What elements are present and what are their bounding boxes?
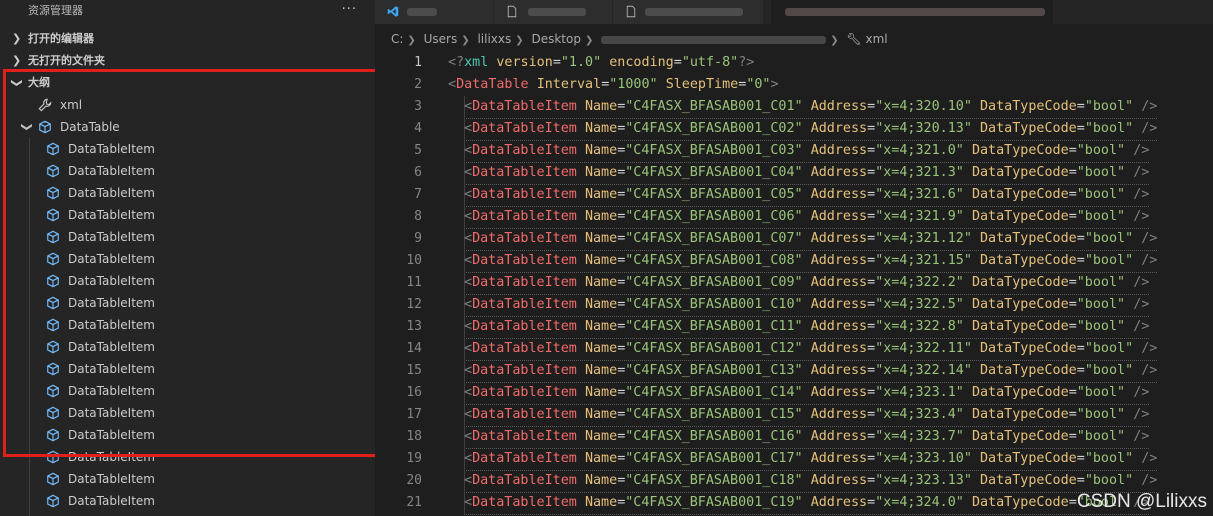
code-line: <?xml version="1.0" encoding="utf-8"?>	[448, 55, 755, 70]
code-line: <DataTableItem Name="C4FASX_BFASAB001_C1…	[448, 404, 1213, 427]
tab-2[interactable]	[494, 0, 612, 24]
section-open-editors[interactable]: ❯ 打开的编辑器	[0, 28, 375, 50]
tab-3[interactable]	[613, 0, 763, 24]
line-number: 1	[414, 55, 422, 70]
line-number: 9	[414, 231, 422, 246]
breadcrumb-file-redacted[interactable]	[601, 35, 827, 44]
line-number: 7	[414, 187, 422, 202]
cube-icon	[47, 472, 59, 486]
outline-item-datatableitem[interactable]: DataTableItem	[0, 468, 375, 490]
tab-bar	[375, 0, 1213, 24]
tab-title-redacted	[407, 8, 437, 16]
line-number: 19	[406, 451, 422, 466]
line-number: 12	[406, 297, 422, 312]
line-number: 3	[414, 99, 422, 114]
fold-dots: ··	[465, 80, 471, 90]
breadcrumb-desktop[interactable]: Desktop	[531, 32, 581, 46]
code-line: <DataTableItem Name="C4FASX_BFASAB001_C0…	[448, 206, 1213, 229]
line-number: 11	[406, 275, 422, 290]
code-line: <DataTableItem Name="C4FASX_BFASAB001_C1…	[448, 426, 1213, 449]
code-line: <DataTableItem Name="C4FASX_BFASAB001_C0…	[448, 118, 1213, 141]
code-line: <DataTableItem Name="C4FASX_BFASAB001_C0…	[448, 162, 1213, 185]
tab-title-redacted	[528, 8, 586, 16]
code-line: <DataTableItem Name="C4FASX_BFASAB001_C1…	[448, 470, 1213, 493]
line-number-gutter: 1 2 3 4 5 6 7 8 9 10 11 12 13 14 15 16 17 18 19 20 21	[375, 52, 435, 514]
code-line: <DataTableItem Name="C4FASX_BFASAB001_C0…	[448, 96, 1213, 119]
tab-4-active[interactable]	[771, 0, 1053, 24]
line-number: 4	[414, 121, 422, 136]
code-line: <DataTableItem Name="C4FASX_BFASAB001_C1…	[448, 316, 1213, 339]
code-line: <DataTableItem Name="C4FASX_BFASAB001_C0…	[448, 184, 1213, 207]
code-line: <DataTableItem Name="C4FASX_BFASAB001_C1…	[448, 294, 1213, 317]
line-number: 2	[414, 77, 422, 92]
file-icon	[507, 5, 517, 18]
tab-1[interactable]	[375, 0, 493, 24]
code-line: <DataTableItem Name="C4FASX_BFASAB001_C0…	[448, 250, 1213, 273]
line-number: 8	[414, 209, 422, 224]
outline-item-label: DataTableItem	[68, 494, 155, 508]
line-number: 10	[406, 253, 422, 268]
code-line: <DataTableItem Name="C4FASX_BFASAB001_C0…	[448, 140, 1213, 163]
line-number: 20	[406, 473, 422, 488]
wrench-icon: 🔧︎	[846, 32, 862, 46]
more-actions-icon[interactable]: ···	[342, 0, 357, 21]
editor-area: C: ❯ Users ❯ lilixxs ❯ Desktop ❯ ❯ 🔧︎ xml 12…	[375, 0, 1213, 516]
annotation-highlight-box	[3, 69, 414, 457]
section-no-folder-label: 无打开的文件夹	[28, 54, 105, 67]
file-icon	[626, 5, 636, 18]
tab-title-redacted	[645, 8, 743, 16]
vscode-icon	[387, 6, 399, 17]
code-line: <DataTableItem Name="C4FASX_BFASAB001_C1…	[448, 382, 1213, 405]
section-open-editors-label: 打开的编辑器	[28, 32, 94, 45]
line-number: 18	[406, 429, 422, 444]
line-number: 15	[406, 363, 422, 378]
code-line: <DataTableItem Name="C4FASX_BFASAB001_C0…	[448, 228, 1213, 251]
tab-title-redacted	[785, 8, 1045, 16]
line-number: 17	[406, 407, 422, 422]
line-number: 5	[414, 143, 422, 158]
code-line: <DataTableItem Name="C4FASX_BFASAB001_C1…	[448, 448, 1213, 471]
line-number: 13	[406, 319, 422, 334]
breadcrumb: C: ❯ Users ❯ lilixxs ❯ Desktop ❯ ❯ 🔧︎ xml	[391, 32, 888, 46]
code-line: <DataTable Interval="1000" SleepTime="0"…	[448, 77, 779, 92]
cube-icon	[47, 494, 59, 508]
code-line: <DataTableItem Name="C4FASX_BFASAB001_C0…	[448, 272, 1213, 295]
line-number: 21	[406, 495, 422, 510]
line-number: 6	[414, 165, 422, 180]
chevron-right-icon: ❯	[12, 32, 22, 45]
outline-item-label: DataTableItem	[68, 472, 155, 486]
breadcrumb-symbol[interactable]: xml	[865, 32, 887, 46]
line-number: 14	[406, 341, 422, 356]
breadcrumb-drive[interactable]: C:	[391, 32, 403, 46]
outline-item-datatableitem[interactable]: DataTableItem	[0, 490, 375, 512]
explorer-title: 资源管理器	[28, 4, 83, 17]
code-line: <DataTableItem Name="C4FASX_BFASAB001_C1…	[448, 338, 1213, 361]
breadcrumb-user[interactable]: lilixxs	[477, 32, 511, 46]
code-line: <DataTableItem Name="C4FASX_BFASAB001_C1…	[448, 360, 1213, 383]
breadcrumb-users[interactable]: Users	[424, 32, 458, 46]
explorer-title-bar: 资源管理器 ···	[0, 0, 375, 22]
line-number: 16	[406, 385, 422, 400]
watermark: CSDN @Lilixxs	[1076, 491, 1207, 512]
code-editor[interactable]: <?xml version="1.0" encoding="utf-8"?> <…	[448, 52, 1213, 515]
